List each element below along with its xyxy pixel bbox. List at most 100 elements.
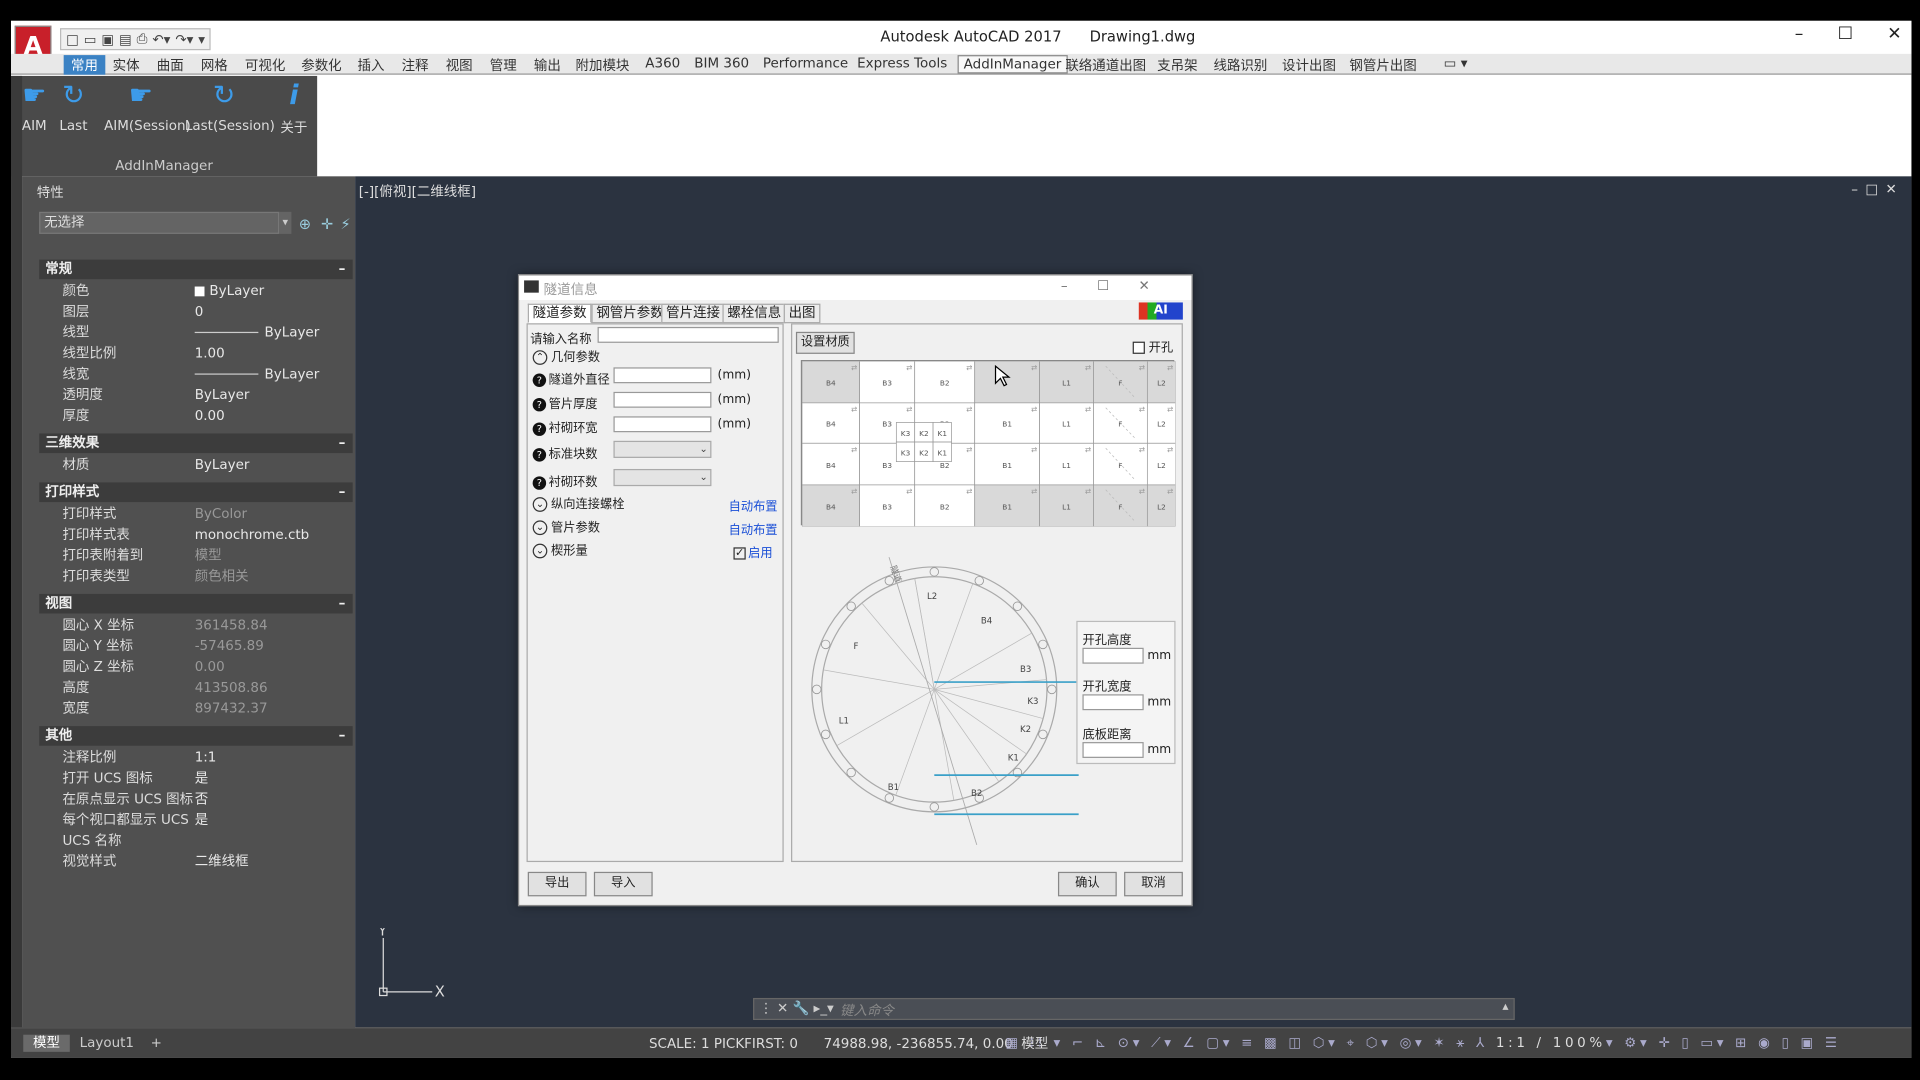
dialog-tab[interactable]: 隧道参数 [527,303,592,324]
last-button[interactable]: ↻ Last [58,81,90,134]
ribbon-tab[interactable]: 联络通道出图 [1065,55,1146,75]
property-row[interactable]: 打开 UCS 图标 是 [39,768,352,789]
property-row[interactable]: UCS 名称 [39,830,352,851]
dialog-tab[interactable]: 钢管片参数 [591,303,669,324]
redo-icon[interactable]: ↷▾ [175,31,193,47]
status-toggle-icons[interactable]: ▦ ⁝⁝ ▾ ⌐ ⊾ ⊙▾ ⟋▾ ∠ ▢▾ ≡ ▩ ◫ ⬡▾ ⌖ ⬡▾ ◎▾ ✶… [1005,1035,1840,1052]
ribbon-tab[interactable]: 常用 [63,55,106,75]
bolts-section[interactable]: ⌄ 纵向连接螺栓 [532,493,624,512]
ribbon-tab[interactable]: 网格 [201,55,228,75]
hole-width-input[interactable] [1082,694,1144,711]
tab-model[interactable]: 模型 [23,1034,70,1052]
property-row[interactable]: 线型比例 1.00 [39,343,352,364]
chevron-down-icon[interactable]: ▾ [279,211,292,234]
ribbon-tab[interactable]: AddInManager [957,55,1068,74]
ai-badge[interactable]: AI [1138,302,1183,320]
export-button[interactable]: 导出 [527,871,587,897]
property-row[interactable]: 宽度 897432.37 [39,698,352,719]
property-row[interactable]: 圆心 X 坐标 361458.84 [39,615,352,636]
property-row[interactable]: 打印表附着到 模型 [39,545,352,566]
ribbon-tab[interactable]: 可视化 [245,55,285,75]
property-row[interactable]: 圆心 Y 坐标 -57465.89 [39,636,352,657]
viewport-label[interactable]: [-][俯视][二维线框] [359,181,476,201]
command-icons[interactable]: ⋮ ✕ 🔧 ▸_▾ [759,1000,834,1016]
chevron-up-icon[interactable]: ▴ [1502,1000,1508,1013]
dialog-tab[interactable]: 管片连接 [661,303,725,324]
ribbon-tab[interactable]: 曲面 [157,55,184,75]
property-row[interactable]: 每个视口都显示 UCS 是 [39,809,352,830]
tab-layout1[interactable]: Layout1 [70,1035,144,1052]
property-row[interactable]: 注释比例 1:1 [39,747,352,768]
aim-button[interactable]: ☛ AIM [18,81,50,134]
property-row[interactable]: 视觉样式 二维线框 [39,851,352,872]
customize-icon[interactable]: ▾ [198,31,205,47]
add-layout-icon[interactable]: + [141,1035,172,1052]
import-button[interactable]: 导入 [593,871,653,897]
thickness-input[interactable] [613,391,712,408]
undo-icon[interactable]: ↶▾ [152,31,170,47]
last-session-button[interactable]: ↻ Last(Session) [185,81,275,134]
props-section[interactable]: 打印样式 – [39,482,353,503]
collapse-icon[interactable]: – [339,482,346,502]
ribbon-tab[interactable]: 支吊架 [1157,55,1197,75]
saveas-icon[interactable]: ▤ [119,31,132,47]
outer-diameter-input[interactable] [613,367,712,384]
hole-height-input[interactable] [1082,647,1144,664]
new-icon[interactable]: □ [66,31,79,47]
property-row[interactable]: 厚度 0.00 [39,405,352,426]
ribbon-tab[interactable]: 设计出图 [1282,55,1336,75]
minimize-icon[interactable]: – [1795,24,1804,44]
ribbon-tab[interactable]: 输出 [534,55,561,75]
collapse-icon[interactable]: – [339,726,346,746]
ribbon-tab[interactable]: 线路识别 [1213,55,1267,75]
close-icon[interactable]: ✕ [1887,24,1901,44]
property-row[interactable]: 圆心 Z 坐标 0.00 [39,656,352,677]
enable-checkbox[interactable]: ✓ 启用 [733,542,773,561]
property-row[interactable]: 高度 413508.86 [39,677,352,698]
segment-params-section[interactable]: ⌄ 管片参数 [532,517,600,536]
dialog-window-controls[interactable]: –☐✕ [1061,278,1179,294]
ok-button[interactable]: 确认 [1057,871,1117,897]
props-section[interactable]: 视图 – [39,593,353,614]
selection-dropdown[interactable]: 无选择 [39,211,280,234]
property-row[interactable]: 在原点显示 UCS 图标否 [39,789,352,810]
quick-select-icon[interactable]: ⚡ [340,216,350,233]
open-hole-checkbox[interactable]: 开孔 [1132,337,1173,355]
property-row[interactable]: 打印样式 ByColor [39,503,352,524]
ribbon-tab[interactable]: 钢管片出图 [1349,55,1416,75]
ribbon-tab[interactable]: 插入 [358,55,385,75]
set-material-button[interactable]: 设置材质 [795,331,855,354]
name-input[interactable] [597,326,779,343]
dialog-tab[interactable]: 出图 [783,303,821,324]
auto-layout-segments-link[interactable]: 自动布置 [729,519,778,537]
ribbon-tab[interactable]: 注释 [402,55,429,75]
aim-session-button[interactable]: ☛ AIM(Session) [104,81,191,134]
ring-width-input[interactable] [613,416,712,433]
maximize-icon[interactable]: ☐ [1838,24,1853,44]
workspace-toggle-icon[interactable]: ▭ ▾ [1444,55,1468,71]
toggle-pickadd-icon[interactable]: ⊕ [299,216,311,233]
viewport-controls[interactable]: –□✕ [1851,181,1904,197]
ribbon-tab[interactable]: A360 [645,55,680,71]
open-icon[interactable]: ▭ [84,31,97,47]
property-row[interactable]: 打印样式表 monochrome.ctb [39,524,352,545]
ribbon-tab[interactable]: BIM 360 [694,55,749,71]
ribbon-tab[interactable]: Performance [763,55,848,71]
property-row[interactable]: 颜色 ByLayer [39,280,352,301]
command-line[interactable]: ⋮ ✕ 🔧 ▸_▾ 键入命令 ▴ [753,997,1515,1021]
ribbon-tab[interactable]: 参数化 [301,55,341,75]
dialog-tab[interactable]: 螺栓信息 [722,303,787,324]
property-row[interactable]: 透明度 ByLayer [39,384,352,405]
props-section[interactable]: 常规 – [39,259,353,280]
cancel-button[interactable]: 取消 [1124,871,1183,897]
collapse-icon[interactable]: – [339,260,346,280]
ring-count-dropdown[interactable]: ⌄ [613,468,712,487]
geom-section[interactable]: ⌃ 几何参数 [532,347,600,365]
command-input[interactable]: 键入命令 [840,1000,894,1020]
bottom-distance-input[interactable] [1082,742,1144,758]
ribbon-tab[interactable]: 附加模块 [576,55,630,75]
ribbon-tab[interactable]: 管理 [490,55,517,75]
property-row[interactable]: 图层 0 [39,301,352,322]
property-row[interactable]: 线宽 ByLayer [39,364,352,385]
ribbon-tab[interactable]: Express Tools [857,55,947,71]
